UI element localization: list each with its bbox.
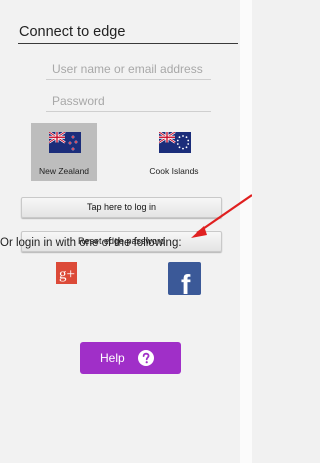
question-mark-icon bbox=[138, 350, 154, 366]
help-label: Help bbox=[100, 351, 125, 365]
login-screen: Connect to edge User name or email addre… bbox=[0, 0, 240, 463]
svg-text:f: f bbox=[181, 269, 191, 295]
google-plus-button[interactable]: g+ bbox=[56, 262, 77, 284]
facebook-icon: f bbox=[181, 269, 191, 300]
login-button[interactable]: Tap here to log in bbox=[21, 197, 222, 218]
country-cook-islands[interactable]: Cook Islands bbox=[141, 123, 207, 181]
password-field[interactable]: Password bbox=[46, 92, 211, 112]
username-placeholder: User name or email address bbox=[52, 62, 203, 76]
svg-text:g+: g+ bbox=[59, 267, 75, 283]
page-title: Connect to edge bbox=[19, 24, 126, 40]
country-label: Cook Islands bbox=[149, 166, 199, 176]
new-zealand-flag-icon bbox=[49, 132, 81, 153]
facebook-button[interactable]: f bbox=[168, 262, 201, 300]
title-divider bbox=[18, 43, 238, 44]
google-plus-icon: g+ bbox=[59, 267, 75, 283]
password-underline bbox=[46, 111, 211, 112]
username-field[interactable]: User name or email address bbox=[46, 60, 211, 80]
cook-islands-flag-icon bbox=[159, 132, 191, 153]
screen-edge bbox=[240, 0, 252, 463]
password-placeholder: Password bbox=[52, 94, 105, 108]
social-login-prompt: Or login in with one of the following: bbox=[0, 237, 182, 249]
country-new-zealand[interactable]: New Zealand bbox=[31, 123, 97, 181]
username-underline bbox=[46, 79, 211, 80]
help-button[interactable]: Help bbox=[80, 342, 181, 374]
country-label: New Zealand bbox=[38, 166, 90, 176]
